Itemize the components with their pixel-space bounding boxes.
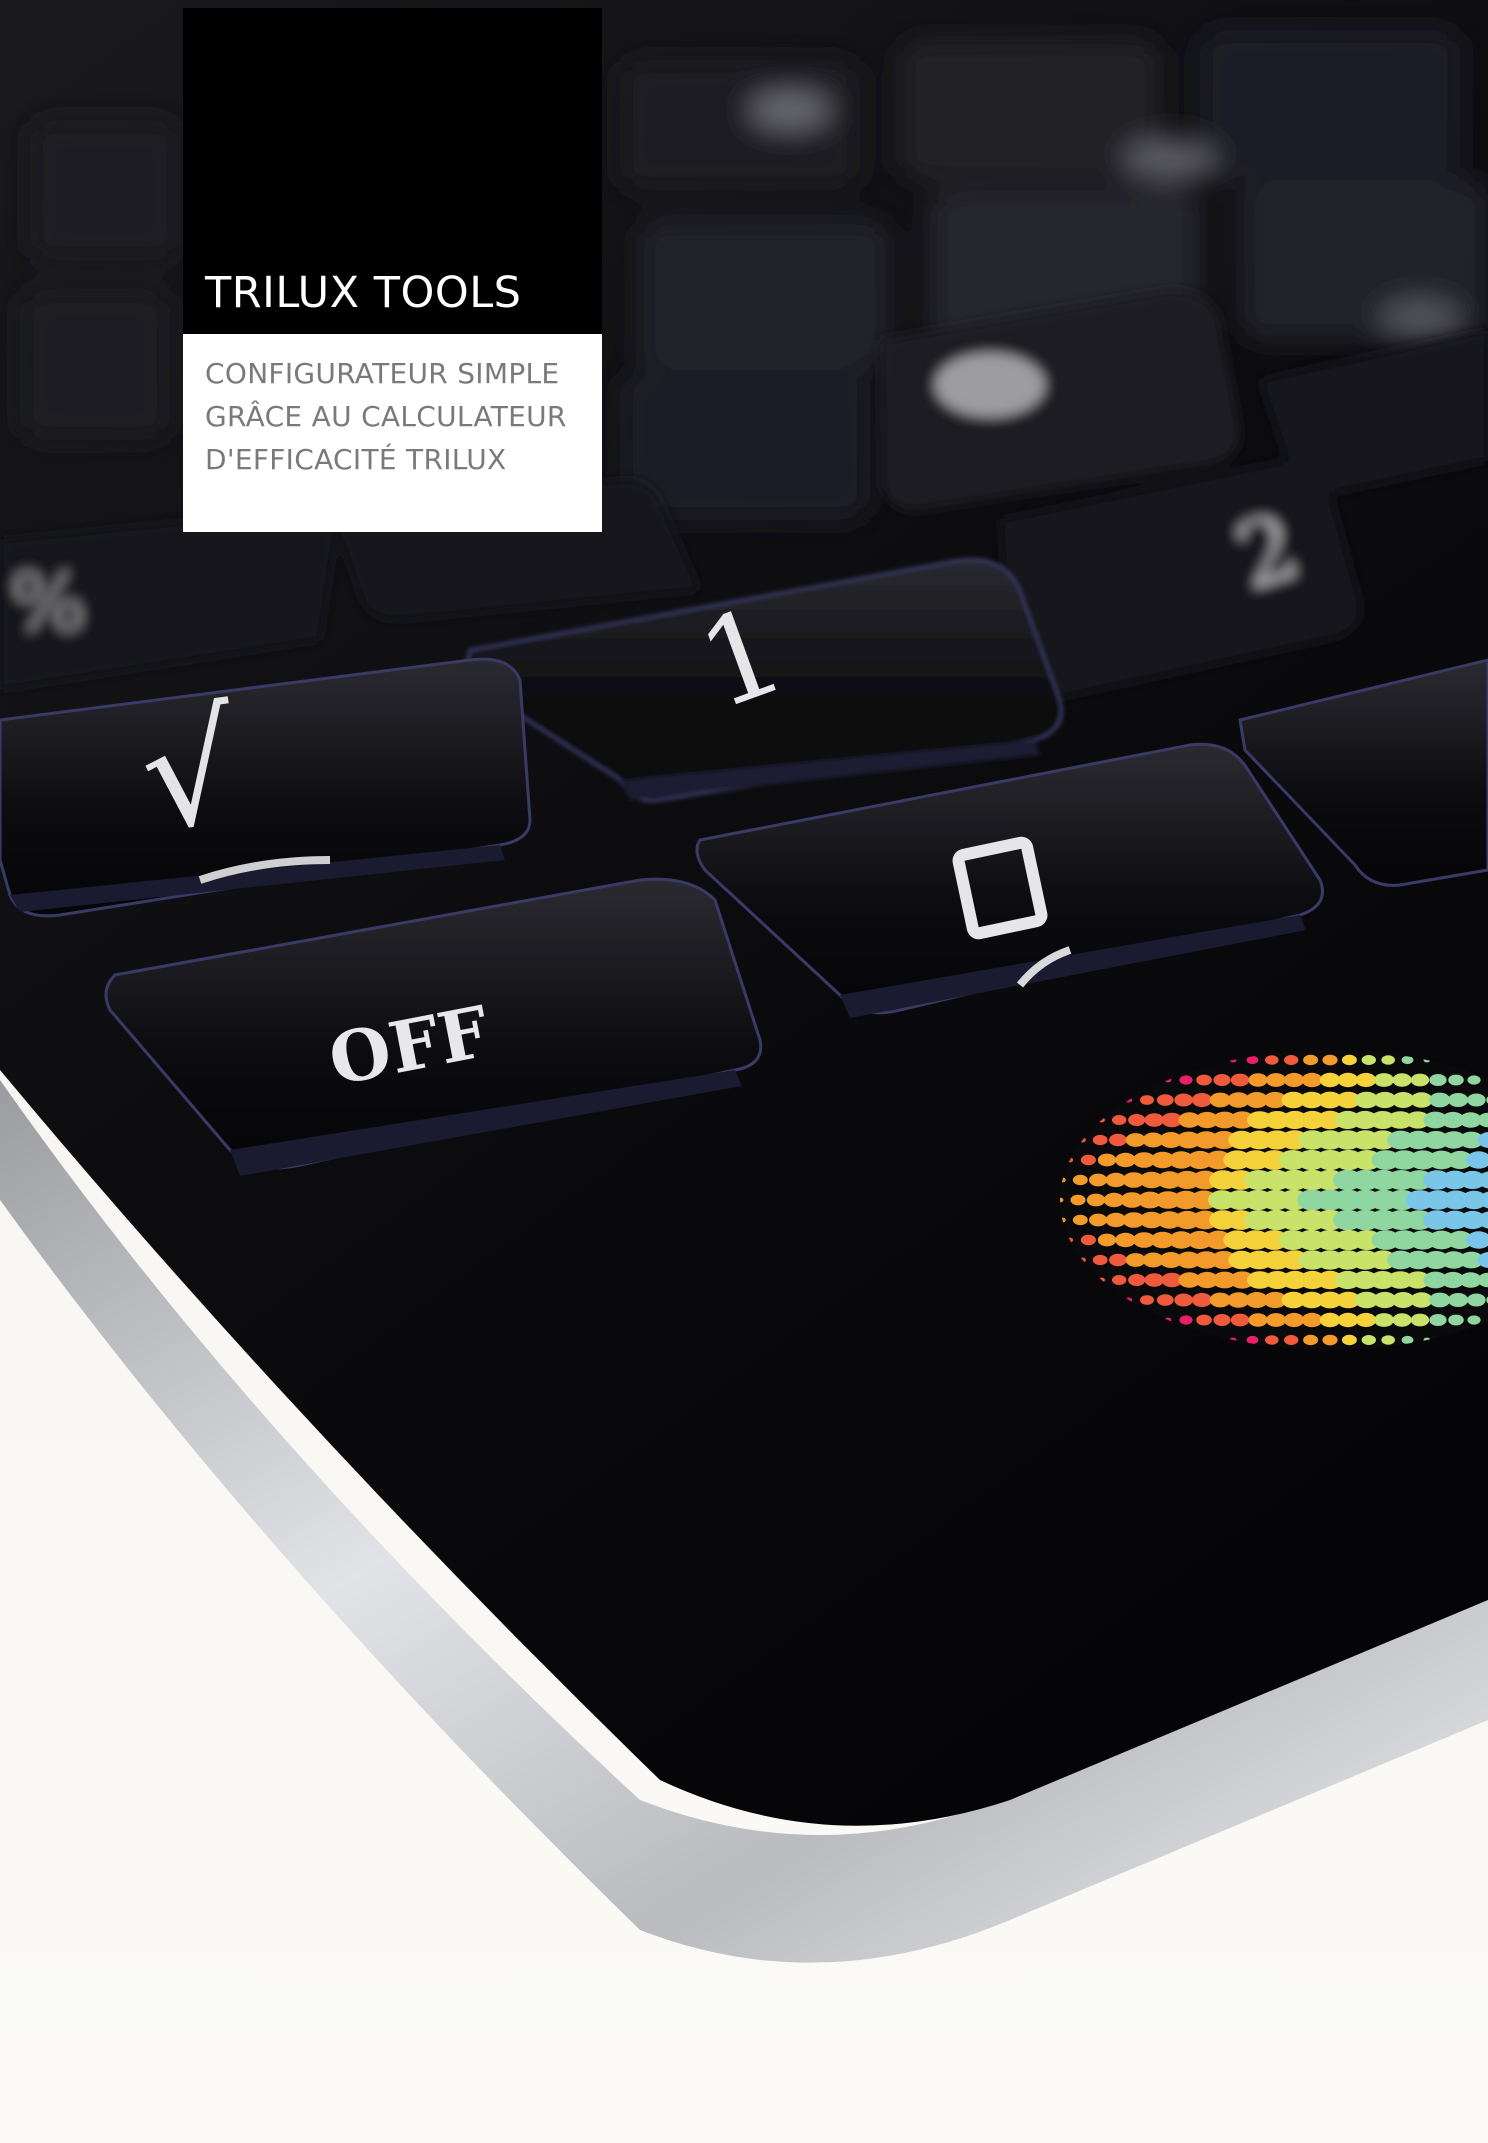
- sphere-dot: [1448, 1093, 1469, 1107]
- sphere-dot: [1174, 1093, 1193, 1107]
- sphere-dot: [1174, 1293, 1193, 1307]
- sphere-dot: [1230, 1073, 1250, 1087]
- sphere-dot: [1429, 1292, 1451, 1308]
- sphere-dot: [1322, 1054, 1338, 1066]
- key-percent-label: %: [10, 556, 86, 649]
- sphere-dot: [1213, 1074, 1231, 1086]
- sphere-dot: [1448, 1293, 1469, 1307]
- sphere-dot: [1144, 1273, 1165, 1287]
- sphere-dot: [1429, 1092, 1451, 1108]
- sphere-dot: [1303, 1054, 1319, 1066]
- sphere-dot: [1381, 1055, 1395, 1065]
- sphere-dot: [1213, 1314, 1231, 1326]
- sphere-dot: [1140, 1295, 1154, 1305]
- sphere-dot: [1374, 1073, 1394, 1087]
- sphere-dot: [1179, 1075, 1193, 1085]
- sphere-dot: [1109, 1253, 1127, 1267]
- sphere-dot: [1089, 1213, 1108, 1227]
- sphere-dot: [1341, 1334, 1357, 1346]
- sphere-dot: [1246, 1335, 1259, 1345]
- sphere-dot: [1156, 1294, 1174, 1306]
- sphere-dot: [1248, 1073, 1268, 1087]
- sphere-dot: [1266, 1313, 1286, 1327]
- sphere-dot: [1140, 1095, 1154, 1105]
- sphere-dot: [1070, 1194, 1086, 1206]
- page-title: TRILUX TOOLS: [205, 268, 522, 318]
- sphere-dot: [1128, 1114, 1146, 1126]
- sphere-dot: [1097, 1233, 1117, 1247]
- subtitle-line-3: D'EFFICACITÉ TRILUX: [205, 443, 507, 476]
- sphere-dot: [1355, 1312, 1377, 1328]
- sphere-dot: [1301, 1312, 1323, 1328]
- sphere-dot: [1265, 1055, 1279, 1065]
- sphere-dot: [1361, 1335, 1377, 1345]
- sphere-dot: [1112, 1115, 1127, 1125]
- sphere-dot: [1248, 1313, 1268, 1327]
- sphere-dot: [1319, 1072, 1341, 1088]
- sphere-dot: [1196, 1074, 1212, 1086]
- sphere-dot: [1196, 1314, 1212, 1326]
- sphere-dot: [1080, 1154, 1096, 1166]
- sphere-dot: [1301, 1072, 1323, 1088]
- sphere-dot: [1361, 1055, 1377, 1065]
- sphere-dot: [1109, 1133, 1127, 1147]
- sphere-dot: [1246, 1055, 1259, 1065]
- sphere-dot: [1392, 1313, 1412, 1327]
- subtitle: CONFIGURATEUR SIMPLE GRÂCE AU CALCULATEU…: [205, 352, 595, 481]
- sphere-dot: [1086, 1193, 1106, 1207]
- sphere-dot: [1283, 1312, 1305, 1328]
- sphere-dot: [1112, 1275, 1127, 1285]
- sphere-dot: [1355, 1072, 1377, 1088]
- sphere-dot: [1322, 1334, 1338, 1346]
- sphere-dot: [1156, 1094, 1174, 1106]
- sphere-dot: [1467, 1293, 1486, 1307]
- sphere-dot: [1097, 1153, 1117, 1167]
- sphere-dot: [1392, 1073, 1412, 1087]
- sphere-dot: [1092, 1134, 1108, 1146]
- sphere-dot: [1467, 1075, 1481, 1085]
- sphere-dot: [1303, 1334, 1319, 1346]
- sphere-dot: [1265, 1335, 1279, 1345]
- sphere-dot: [1283, 1072, 1305, 1088]
- sphere-dot: [1191, 1293, 1212, 1307]
- sphere-dot: [1230, 1313, 1250, 1327]
- sphere-dot: [1401, 1055, 1414, 1065]
- title-banner: TRILUX TOOLS: [183, 8, 602, 334]
- sphere-dot: [1080, 1234, 1096, 1246]
- sphere-dot: [1115, 1232, 1136, 1248]
- sphere-dot: [1448, 1074, 1464, 1086]
- sphere-dot: [1410, 1073, 1430, 1087]
- sphere-dot: [1191, 1093, 1212, 1107]
- sphere-dot: [1429, 1314, 1447, 1326]
- sphere-dot: [1266, 1073, 1286, 1087]
- sphere-dot: [1128, 1274, 1146, 1286]
- sphere-dot: [1467, 1093, 1486, 1107]
- sphere-dot: [1115, 1152, 1136, 1168]
- sphere-dot: [1179, 1315, 1193, 1325]
- sphere-dot: [1284, 1335, 1299, 1345]
- sphere-dot: [1429, 1074, 1447, 1086]
- sphere-dot: [1467, 1315, 1481, 1325]
- sphere-dot: [1401, 1335, 1414, 1345]
- sphere-dot: [1144, 1113, 1165, 1127]
- sphere-dot: [1337, 1072, 1359, 1088]
- sphere-dot: [1089, 1173, 1108, 1187]
- sphere-dot: [1319, 1312, 1341, 1328]
- sphere-dot: [1072, 1174, 1088, 1186]
- sphere-dot: [1374, 1313, 1394, 1327]
- subtitle-panel: CONFIGURATEUR SIMPLE GRÂCE AU CALCULATEU…: [183, 334, 602, 532]
- subtitle-line-2: GRÂCE AU CALCULATEUR: [205, 400, 567, 433]
- sphere-dot: [1381, 1335, 1395, 1345]
- sphere-dot: [1341, 1054, 1357, 1066]
- sphere-dot: [1284, 1055, 1299, 1065]
- sphere-dot: [1448, 1314, 1464, 1326]
- sphere-dot: [1410, 1313, 1430, 1327]
- sphere-dot: [1072, 1214, 1088, 1226]
- subtitle-line-1: CONFIGURATEUR SIMPLE: [205, 357, 560, 390]
- sphere-dot: [1337, 1312, 1359, 1328]
- sphere-dot: [1092, 1254, 1108, 1266]
